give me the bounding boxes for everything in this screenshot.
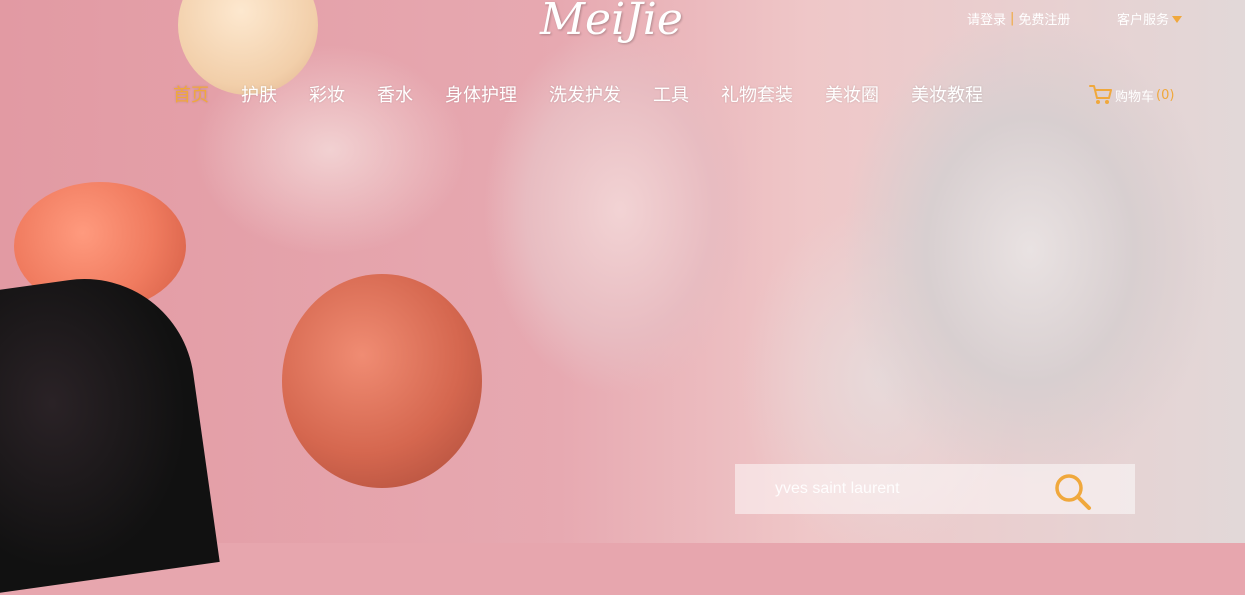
nav-item-home[interactable]: 首页 — [173, 81, 209, 106]
search-box — [735, 464, 1135, 514]
cart-link[interactable]: 购物车 (0) — [1089, 84, 1174, 106]
customer-service-label: 客户服务 — [1117, 13, 1170, 28]
account-links: 请登录 | 免费注册 — [967, 9, 1070, 28]
nav-item-beauty-circle[interactable]: 美妆圈 — [825, 81, 879, 106]
caret-down-icon — [1172, 16, 1183, 23]
nav-item-makeup[interactable]: 彩妆 — [309, 81, 345, 106]
cart-count: (0) — [1156, 87, 1175, 103]
nav-item-tools[interactable]: 工具 — [653, 81, 689, 106]
nav-item-skincare[interactable]: 护肤 — [241, 81, 277, 106]
register-link[interactable]: 免费注册 — [1018, 9, 1070, 28]
decor-sleeve — [0, 264, 220, 595]
nav-item-hair-care[interactable]: 洗发护发 — [549, 81, 621, 106]
nav-item-gift-sets[interactable]: 礼物套装 — [721, 81, 793, 106]
decor-ball-rust — [282, 274, 482, 488]
search-input[interactable] — [735, 464, 1035, 514]
shopping-cart-icon — [1089, 85, 1112, 104]
link-separator: | — [1010, 11, 1015, 26]
nav-item-body-care[interactable]: 身体护理 — [445, 81, 517, 106]
cart-label: 购物车 — [1115, 89, 1155, 105]
search-icon[interactable] — [1053, 472, 1095, 514]
login-link[interactable]: 请登录 — [967, 9, 1006, 28]
nav-item-tutorials[interactable]: 美妆教程 — [911, 81, 983, 106]
customer-service-menu[interactable]: 客户服务 — [1117, 9, 1183, 28]
site-logo[interactable]: MeiJie — [540, 0, 683, 45]
nav-item-fragrance[interactable]: 香水 — [377, 81, 413, 106]
main-nav: 首页 护肤 彩妆 香水 身体护理 洗发护发 工具 礼物套装 美妆圈 美妆教程 — [173, 81, 1015, 106]
